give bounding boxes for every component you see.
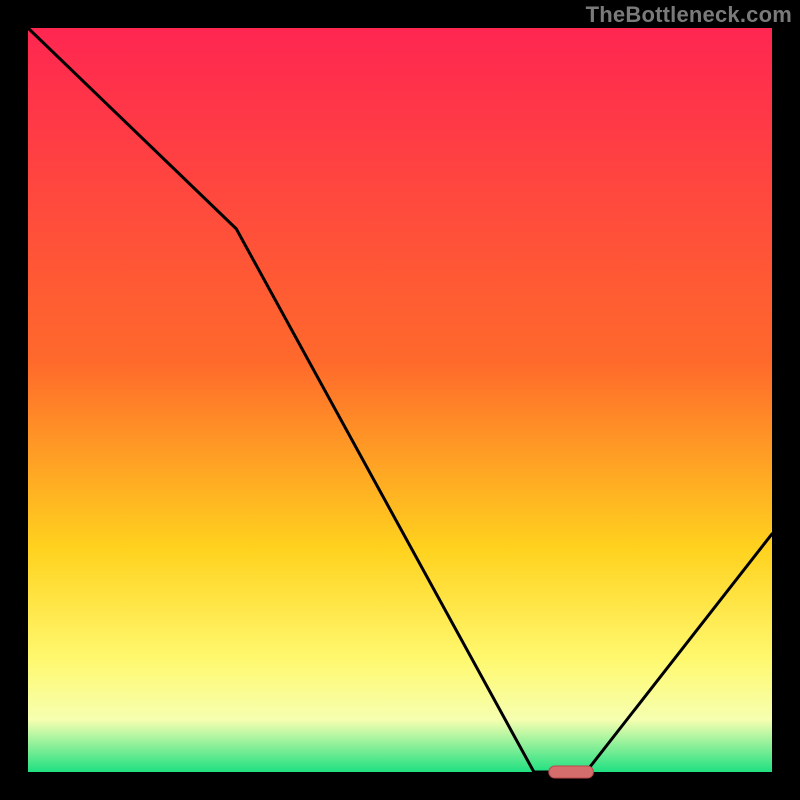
- chart-svg: [0, 0, 800, 800]
- plot-background: [28, 28, 772, 772]
- chart-container: { "watermark": "TheBottleneck.com", "col…: [0, 0, 800, 800]
- watermark-text: TheBottleneck.com: [586, 2, 792, 28]
- optimum-marker: [549, 766, 594, 778]
